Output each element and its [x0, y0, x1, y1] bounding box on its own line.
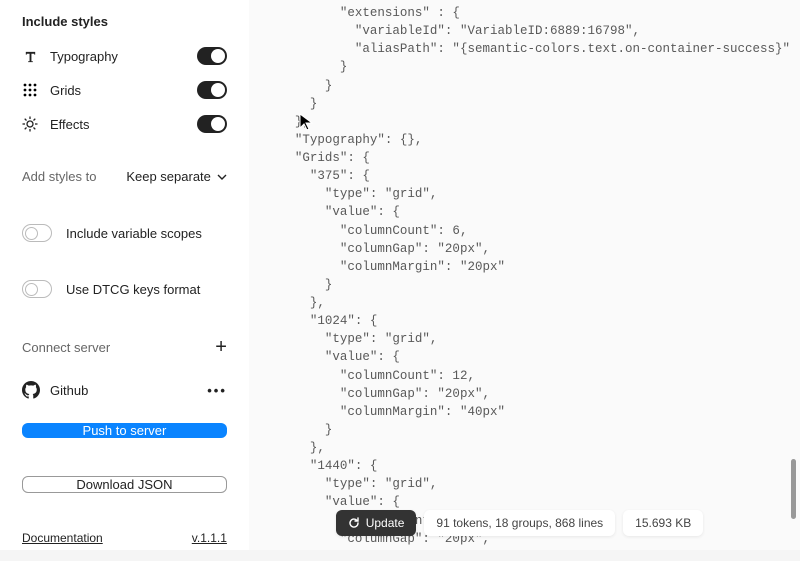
download-json-button[interactable]: Download JSON: [22, 476, 227, 493]
typography-icon: [22, 48, 38, 64]
chevron-down-icon: [217, 172, 227, 182]
refresh-icon: [348, 517, 360, 529]
server-row-github[interactable]: Github •••: [0, 371, 249, 409]
scrollbar[interactable]: [791, 15, 796, 525]
size-chip: 15.693 KB: [623, 510, 703, 536]
section-title: Include styles: [22, 14, 227, 29]
json-preview: "extensions" : { "variableId": "Variable…: [265, 4, 790, 550]
effects-icon: [22, 116, 38, 132]
effects-toggle[interactable]: [197, 115, 227, 133]
style-row-effects: Effects: [22, 107, 227, 141]
include-styles-section: Include styles Typography Grids Effects: [0, 0, 249, 141]
sidebar-footer: Documentation v.1.1.1: [0, 517, 249, 561]
typography-toggle[interactable]: [197, 47, 227, 65]
add-styles-to-value: Keep separate: [126, 169, 211, 184]
add-styles-to-select[interactable]: Keep separate: [126, 169, 227, 184]
dtcg-row: Use DTCG keys format: [0, 268, 249, 310]
style-row-grids: Grids: [22, 73, 227, 107]
scopes-toggle[interactable]: [22, 224, 52, 242]
version-link[interactable]: v.1.1.1: [192, 531, 227, 545]
style-row-typography: Typography: [22, 39, 227, 73]
connect-server-row: Connect server +: [0, 324, 249, 371]
server-label: Github: [50, 383, 88, 398]
update-label: Update: [366, 516, 405, 530]
code-panel: "extensions" : { "variableId": "Variable…: [249, 0, 800, 550]
scopes-label: Include variable scopes: [66, 226, 202, 241]
documentation-link[interactable]: Documentation: [22, 531, 103, 545]
dtcg-label: Use DTCG keys format: [66, 282, 200, 297]
connect-server-label: Connect server: [22, 340, 110, 355]
dtcg-toggle[interactable]: [22, 280, 52, 298]
scrollbar-thumb[interactable]: [791, 459, 796, 519]
add-styles-to-row: Add styles to Keep separate: [0, 155, 249, 198]
push-to-server-button[interactable]: Push to server: [22, 423, 227, 438]
scopes-row: Include variable scopes: [0, 212, 249, 254]
server-menu-button[interactable]: •••: [207, 383, 227, 398]
grids-icon: [22, 82, 38, 98]
style-label: Grids: [50, 83, 185, 98]
status-bar: Update 91 tokens, 18 groups, 868 lines 1…: [249, 510, 790, 536]
summary-chip: 91 tokens, 18 groups, 868 lines: [424, 510, 615, 536]
grids-toggle[interactable]: [197, 81, 227, 99]
add-styles-to-label: Add styles to: [22, 169, 96, 184]
sidebar: Include styles Typography Grids Effects …: [0, 0, 249, 550]
style-label: Effects: [50, 117, 185, 132]
add-server-button[interactable]: +: [215, 336, 227, 359]
github-icon: [22, 381, 40, 399]
style-label: Typography: [50, 49, 185, 64]
update-button[interactable]: Update: [336, 510, 417, 536]
